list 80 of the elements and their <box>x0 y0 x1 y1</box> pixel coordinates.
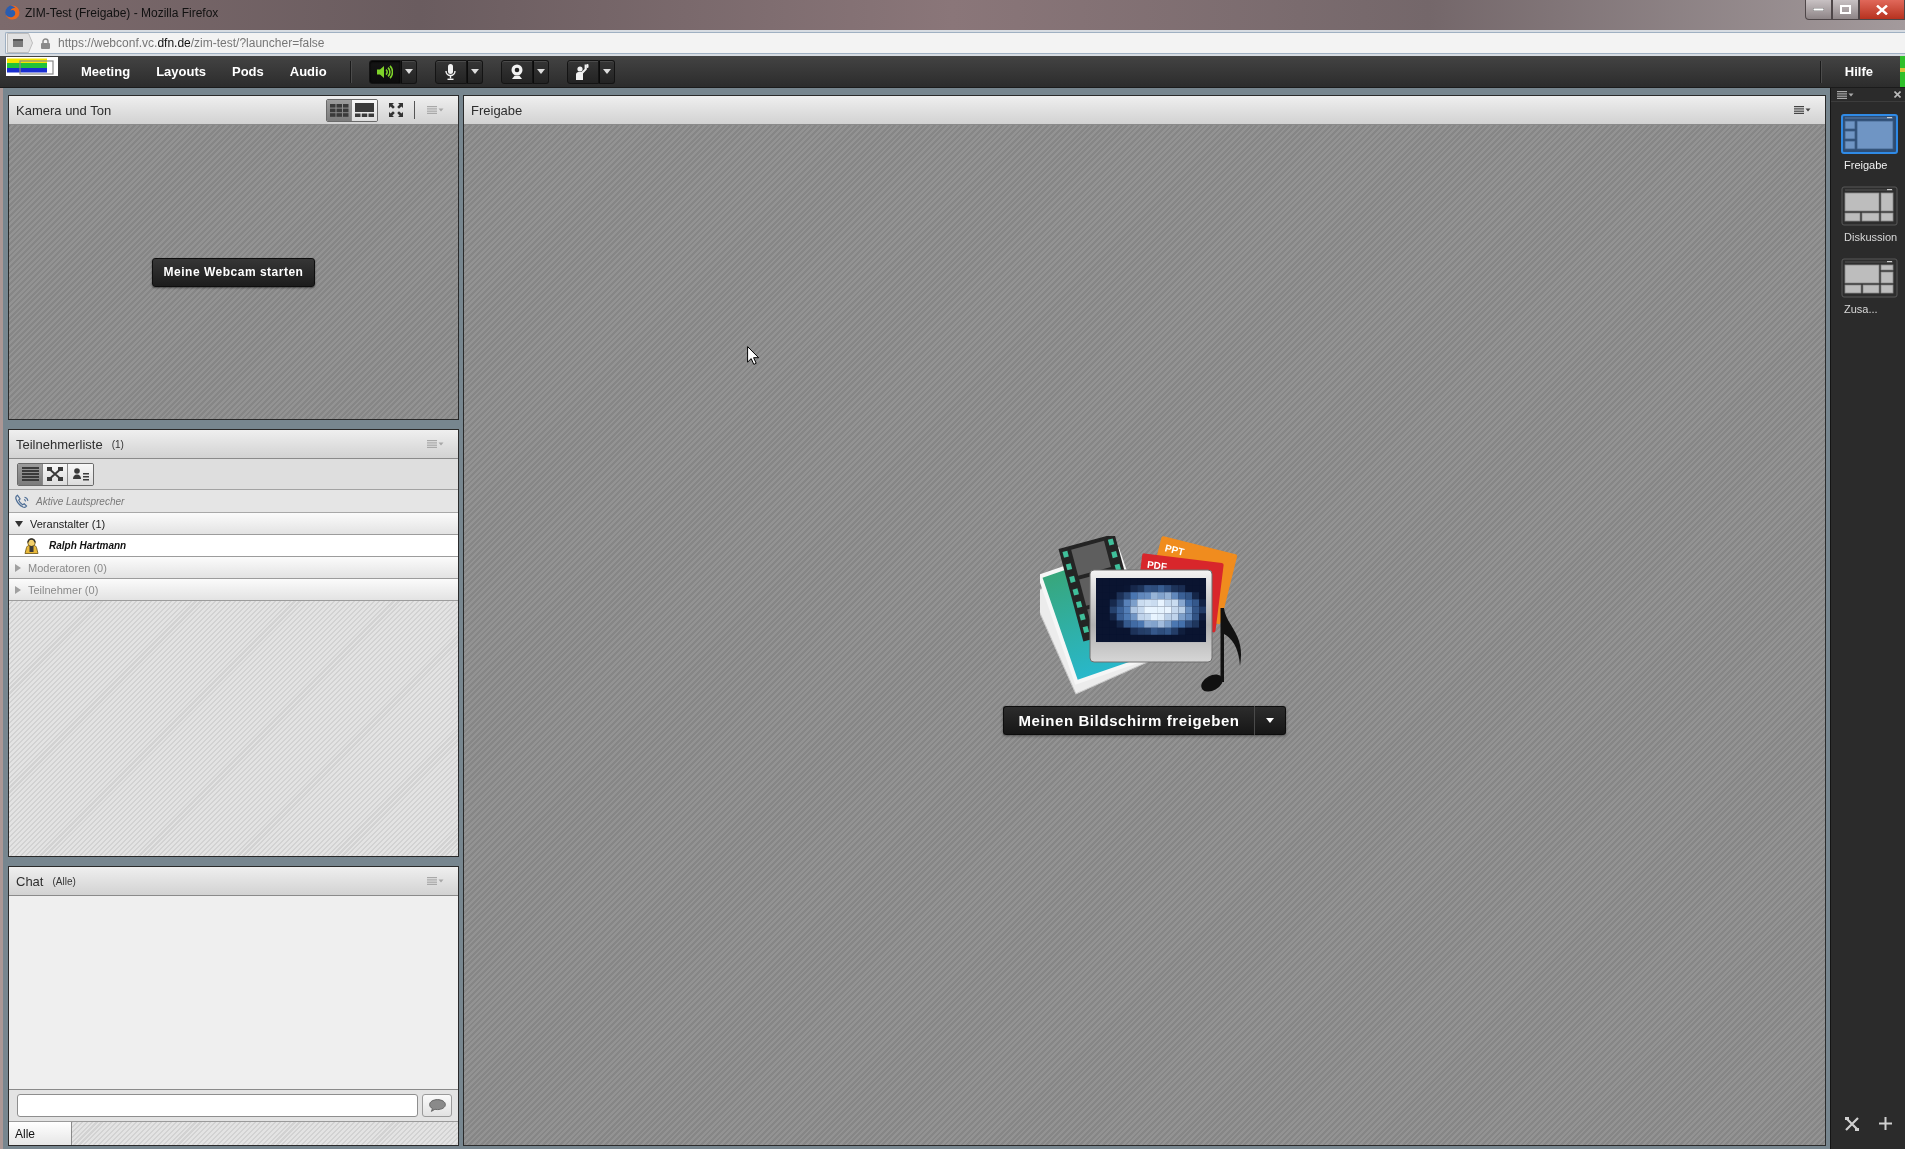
layout-item[interactable]: Freigabe <box>1841 114 1905 171</box>
layout-thumbnail-icon <box>1841 258 1898 298</box>
start-webcam-button[interactable]: Meine Webcam starten <box>151 257 316 287</box>
raised-hand-icon <box>575 63 591 80</box>
webcam-icon <box>509 64 524 79</box>
layout-thumbnail-icon <box>1841 186 1898 226</box>
share-screen-button[interactable]: Meinen Bildschirm freigeben <box>1003 705 1254 735</box>
group-row[interactable]: Veranstalter (1) <box>9 513 458 535</box>
plus-icon[interactable] <box>1878 1117 1892 1130</box>
breakout-icon <box>47 467 63 481</box>
file-type-label: PDF <box>1145 558 1168 572</box>
pod-title: Kamera und Ton <box>16 102 112 118</box>
chat-tab[interactable]: Alle <box>9 1122 72 1145</box>
webcam-button[interactable] <box>500 59 533 84</box>
layout-item[interactable]: Zusa... <box>1841 258 1905 315</box>
caret-icon <box>1265 717 1274 723</box>
maximize-button[interactable] <box>1832 0 1859 20</box>
caret-icon <box>404 69 413 74</box>
speech-bubble-icon <box>428 1099 446 1112</box>
url-text: https://webconf.vc.dfn.de/zim-test/?launcher=false <box>58 36 325 50</box>
menu-item[interactable]: Layouts <box>143 57 219 86</box>
status-icon <box>1900 56 1905 87</box>
site-identity-icon[interactable] <box>7 33 33 53</box>
speaker-icon <box>376 64 394 79</box>
group-label: Veranstalter (1) <box>30 517 106 530</box>
monitor-icon <box>1089 569 1212 662</box>
caret-icon <box>602 69 611 74</box>
menu-icon[interactable] <box>1794 106 1811 114</box>
dropdown-button[interactable] <box>1253 705 1286 735</box>
microphone-button[interactable] <box>434 59 467 84</box>
minimize-icon <box>1813 8 1824 11</box>
list-view-icon <box>21 467 39 481</box>
layout-thumbnail-icon <box>1841 114 1898 154</box>
logo-icon <box>6 57 58 78</box>
mouse-pointer-icon <box>747 346 759 365</box>
view-button[interactable] <box>352 99 377 121</box>
active-speakers-label: Aktive Lautsprecher <box>36 495 125 507</box>
menu-item[interactable]: Pods <box>218 57 277 86</box>
view-button[interactable] <box>43 463 68 485</box>
attendee-name: Ralph Hartmann <box>49 540 127 551</box>
music-note-icon <box>1200 607 1241 692</box>
grid-view-icon <box>329 103 349 117</box>
view-button[interactable] <box>68 463 93 485</box>
menu-icon[interactable] <box>1837 90 1854 99</box>
microphone-icon <box>445 63 457 80</box>
minimize-button[interactable] <box>1805 0 1832 20</box>
attendee-row[interactable]: Ralph Hartmann <box>9 535 458 557</box>
phone-icon <box>15 494 30 508</box>
help-menu[interactable]: Hilfe <box>1820 57 1900 86</box>
group-label: Moderatoren (0) <box>28 561 107 574</box>
host-icon <box>24 537 39 554</box>
browser-icon <box>5 5 20 20</box>
layout-item[interactable]: Diskussion <box>1841 186 1905 243</box>
lock-icon <box>41 37 50 49</box>
pod-title: Teilnehmerliste <box>16 436 103 452</box>
send-button[interactable] <box>422 1094 452 1117</box>
single-view-icon <box>355 103 374 117</box>
maximize-icon <box>1840 5 1851 14</box>
tools-icon[interactable] <box>1844 1117 1859 1131</box>
chat-input-field[interactable] <box>17 1094 418 1117</box>
chat-scope: (Alle) <box>52 875 76 887</box>
group-label: Teilnehmer (0) <box>28 583 99 596</box>
raise-hand-button[interactable] <box>566 59 599 84</box>
pod-title: Chat <box>16 873 44 889</box>
fullscreen-icon[interactable] <box>389 103 403 117</box>
address-field[interactable]: https://webconf.vc.dfn.de/zim-test/?launcher=false <box>5 32 1905 54</box>
speaker-button[interactable] <box>368 59 401 84</box>
menu-item[interactable]: Audio <box>276 57 340 86</box>
file-type-label: PPT <box>1163 541 1185 558</box>
close-button[interactable] <box>1859 0 1905 20</box>
caret-icon <box>470 69 479 74</box>
close-icon[interactable] <box>1894 91 1901 98</box>
menu-item[interactable]: Meeting <box>68 57 144 86</box>
attendee-detail-icon <box>72 467 89 481</box>
caret-icon <box>536 69 545 74</box>
close-icon <box>1876 4 1888 15</box>
caret-down-icon[interactable] <box>15 520 23 527</box>
pod-title: Freigabe <box>471 102 523 118</box>
window-title: ZIM-Test (Freigabe) - Mozilla Firefox <box>25 6 219 20</box>
attendee-count: (1) <box>111 438 124 450</box>
